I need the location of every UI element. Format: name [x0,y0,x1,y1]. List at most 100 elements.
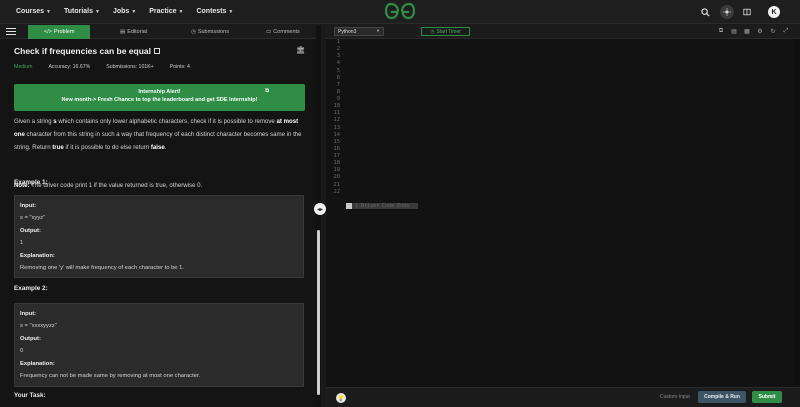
line-number: 1 [336,39,340,45]
document-icon: ▤ [120,29,126,35]
example-explanation-label: Explanation: [20,252,55,259]
top-navbar: Courses ▼ Tutorials ▼ Jobs ▼ Practice ▼ Cont… [0,0,800,24]
line-number: 21 [333,181,341,188]
example-2-box: Input: s = "xxxxyyzz" Output: 0 Explanat… [14,303,304,387]
chevron-down-icon: ▼ [178,8,184,15]
alert-title: Internship Alert! [138,89,181,95]
nav-courses-label: Courses [16,8,45,15]
timer-icon: ◷ [430,28,435,35]
example-output: 1 [20,240,24,247]
chevron-down-icon: ▼ [376,28,380,33]
tab-submissions-label: Submissions [197,29,229,35]
avatar[interactable]: K [768,6,780,18]
reset-icon[interactable]: ↻ [769,27,777,35]
driver-hint-text: } Driver Code Ends [355,203,410,209]
internship-alert-banner[interactable]: Internship Alert! New month-> Fresh Chan… [14,84,305,111]
problem-panel: </> Problem ▤ Editorial ◷ Submissions ▭ Comm… [0,25,316,407]
desc-bold-false: false [150,144,165,151]
language-select[interactable]: Python3 ▼ [334,27,384,36]
problem-description: Given a string s which contains only low… [14,115,310,154]
search-icon[interactable] [698,5,712,19]
line-number: 20 [333,174,341,181]
editor-panel: Python3 ▼ ◷ Start Timer ⧉ ▤ ▦ ⚙ ↻ ⤢ 1 2 3 … [326,25,800,407]
book-icon[interactable] [740,5,754,19]
compile-run-button[interactable]: Compile & Run [698,391,746,403]
code-editor[interactable]: 1 2 3 4 5 6 7 8 9 10 11 12 13 14 15 16 1… [326,39,800,385]
difficulty-badge: Medium [14,64,33,70]
line-number: 16 [333,145,341,152]
problem-title: Check if frequencies can be equal [14,46,151,56]
font-icon[interactable]: ▦ [743,27,751,35]
line-number: 17 [333,153,341,159]
line-number: 14 [333,131,341,138]
sun-icon[interactable] [720,5,734,19]
settings-icon[interactable]: ⚙ [756,27,764,35]
clock-icon: ◷ [191,29,196,35]
nav-contests[interactable]: Contests ▼ [196,8,233,15]
gfg-logo[interactable] [385,2,415,20]
line-number: 13 [333,124,341,131]
nav-practice-label: Practice [149,8,177,15]
chevron-down-icon: ▼ [131,8,137,15]
note-text: The driver code print 1 if the value ret… [29,182,203,189]
problem-tabs: </> Problem ▤ Editorial ◷ Submissions ▭ Comm… [0,25,316,39]
problem-meta: Medium Accuracy: 16.67% Submissions: 101… [14,64,190,70]
language-value: Python3 [338,28,357,35]
fullscreen-icon[interactable]: ⤢ [782,27,790,35]
line-number: 2 [336,46,340,53]
editor-scrollbar[interactable] [795,39,800,385]
bank-icon[interactable]: 🏛 [296,46,305,54]
resize-handle-icon[interactable]: ◂▸ [314,203,326,215]
lightbulb-icon[interactable]: 💡 [336,393,346,403]
nav-contests-label: Contests [196,8,227,15]
line-number: 15 [333,138,341,145]
driver-code-collapsed-marker[interactable]: .. } Driver Code Ends [346,203,418,209]
nav-jobs[interactable]: Jobs ▼ [113,8,136,15]
line-number: 10 [333,103,341,110]
example-explanation-label: Explanation: [20,360,55,367]
line-number: 11 [333,110,341,117]
copy-icon[interactable]: ⧉ [717,27,725,35]
line-number: 4 [336,60,340,67]
problem-title-row: Check if frequencies can be equal [14,46,160,56]
example-2-title: Example 2: [14,285,48,292]
nav-right: K [698,0,800,24]
editor-bottom-bar: 💡 Custom Input Compile & Run Submit [326,387,800,407]
start-timer-button[interactable]: ◷ Start Timer [421,27,470,36]
example-input: s = "xyyz" [20,215,46,222]
menu-icon[interactable] [5,26,17,37]
example-input-label: Input: [20,311,37,317]
file-icon[interactable]: ▤ [730,27,738,35]
line-number: 19 [333,167,341,174]
code-icon: </> [44,29,52,35]
chevron-down-icon: ▼ [95,8,100,15]
nav-courses[interactable]: Courses ▼ [16,8,51,15]
bookmark-icon[interactable] [154,48,160,54]
scrollbar-thumb[interactable] [317,230,320,395]
line-number: 6 [336,74,340,81]
your-task-heading: Your Task: [14,392,46,399]
points: Points: 4 [169,64,190,70]
line-number: 18 [333,160,341,167]
tab-problem[interactable]: </> Problem [28,25,91,39]
example-explanation: Removing one 'y' will make frequency of … [20,265,184,272]
nav-practice[interactable]: Practice ▼ [149,8,183,15]
example-explanation: Frequency can not be made same by removi… [20,373,201,380]
tab-editorial-label: Editorial [127,29,148,35]
problem-scrollbar[interactable] [316,25,321,407]
example-output: 0 [20,348,24,355]
start-timer-label: Start Timer [436,28,461,35]
line-number: 5 [336,67,340,74]
example-input-label: Input: [20,203,37,209]
nav-tutorials[interactable]: Tutorials ▼ [64,8,100,15]
tab-submissions[interactable]: ◷ Submissions [191,25,229,39]
alert-message: New month-> Fresh Chance to top the lead… [61,97,258,103]
tab-comments[interactable]: ▭ Comments [266,25,300,39]
editor-tools: ⧉ ▤ ▦ ⚙ ↻ ⤢ [717,27,790,35]
submit-button[interactable]: Submit [752,391,782,403]
line-number: 8 [336,88,340,95]
tab-comments-label: Comments [273,29,300,35]
example-input: s = "xxxxyyzz" [20,323,57,330]
custom-input-link[interactable]: Custom Input [660,394,690,400]
tab-editorial[interactable]: ▤ Editorial [120,25,147,39]
